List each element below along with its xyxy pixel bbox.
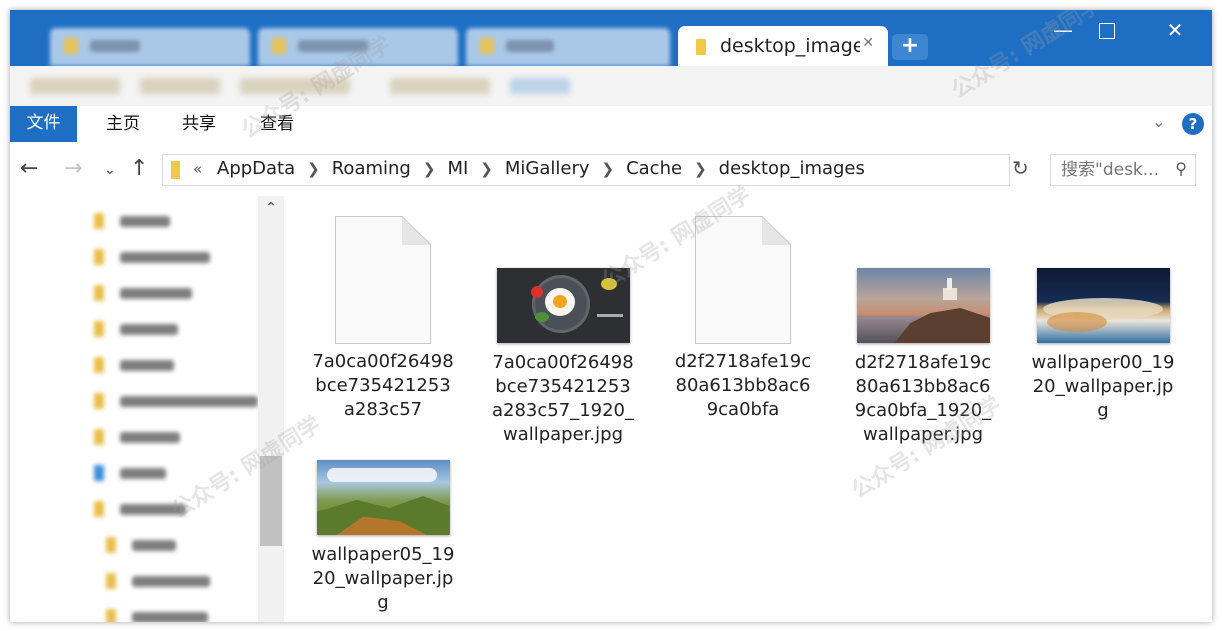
up-button[interactable]: ↑ (130, 156, 148, 181)
forward-button[interactable]: → (64, 156, 82, 181)
chevron-right-icon[interactable]: ❯ (423, 158, 436, 180)
folder-icon (171, 161, 180, 179)
chevron-right-icon[interactable]: ❯ (602, 158, 615, 180)
nav-scrollbar[interactable]: ⌃ (258, 196, 284, 622)
lighthouse-thumbnail (856, 268, 990, 343)
crumb-migallery[interactable]: MiGallery (505, 158, 590, 180)
menu-home[interactable]: 主页 (106, 106, 140, 142)
scroll-thumb[interactable] (260, 456, 282, 546)
overflow-crumbs-icon[interactable]: « (193, 160, 202, 178)
address-bar[interactable]: « AppData ❯ Roaming ❯ MI ❯ MiGallery ❯ C… (162, 154, 1151, 186)
tab-close-icon[interactable]: ✕ (862, 35, 874, 51)
new-tab-button[interactable]: + (892, 34, 928, 60)
expand-ribbon-icon[interactable]: ⌄ (1152, 112, 1165, 131)
crumb-roaming[interactable]: Roaming (332, 158, 411, 180)
tab-blurred-3[interactable] (466, 28, 670, 66)
search-icon[interactable]: ⚲ (1175, 159, 1187, 178)
scroll-up-icon[interactable]: ⌃ (258, 200, 284, 216)
file-name: wallpaper05_19 20_wallpaper.jp g (311, 544, 455, 613)
folder-icon (696, 39, 706, 55)
menu-share[interactable]: 共享 (182, 106, 216, 142)
tab-blurred-1[interactable] (50, 28, 250, 66)
address-row: ← → ⌄ ↑ « AppData ❯ Roaming ❯ MI ❯ MiGal… (10, 142, 1212, 196)
minimize-button[interactable]: — (1040, 16, 1086, 46)
landscape-thumbnail (316, 460, 450, 535)
file-name: d2f2718afe19c 80a613bb8ac6 9ca0bfa (674, 351, 812, 420)
file-name: 7a0ca00f26498 bce735421253 a283c57_1920_ wa… (492, 352, 634, 445)
file-item[interactable]: 7a0ca00f26498 bce735421253 a283c57_1920_ wa… (478, 268, 648, 447)
file-list: 7a0ca00f26498 bce735421253 a283c57 7a0ca00… (286, 196, 1212, 622)
chevron-right-icon[interactable]: ❯ (694, 158, 707, 180)
food-thumbnail (496, 268, 630, 343)
back-button[interactable]: ← (20, 156, 38, 181)
file-item[interactable]: 7a0ca00f26498 bce735421253 a283c57 (298, 216, 468, 422)
file-item[interactable]: d2f2718afe19c 80a613bb8ac6 9ca0bfa_1920_ wa… (838, 268, 1008, 447)
tab-label: desktop_images (720, 35, 860, 57)
search-box[interactable]: ⚲ (1050, 154, 1196, 186)
explorer-window: desktop_images ✕ + — ✕ 文件 主页 共享 查看 ⌄ ? ←… (10, 10, 1212, 622)
breadcrumb: AppData ❯ Roaming ❯ MI ❯ MiGallery ❯ Cac… (217, 158, 865, 180)
recent-locations-button[interactable]: ⌄ (104, 162, 116, 178)
chevron-right-icon[interactable]: ❯ (480, 158, 493, 180)
maximize-icon (1099, 23, 1115, 39)
crumb-desktop-images[interactable]: desktop_images (719, 158, 865, 180)
ribbon-menu: 文件 主页 共享 查看 ⌄ ? (10, 106, 1212, 143)
file-name: d2f2718afe19c 80a613bb8ac6 9ca0bfa_1920_ wa… (854, 352, 992, 445)
refresh-icon[interactable]: ↻ (1012, 156, 1029, 180)
tab-desktop-images[interactable]: desktop_images ✕ (678, 26, 888, 66)
file-item[interactable]: d2f2718afe19c 80a613bb8ac6 9ca0bfa (658, 216, 828, 422)
crumb-appdata[interactable]: AppData (217, 158, 295, 180)
navigation-pane: ⌃ (10, 196, 286, 622)
menu-view[interactable]: 查看 (260, 106, 294, 142)
aerial-thumbnail (1036, 268, 1170, 343)
title-bar: desktop_images ✕ + — ✕ (10, 10, 1212, 66)
blank-file-icon (335, 216, 431, 344)
tab-blurred-2[interactable] (258, 28, 458, 66)
crumb-mi[interactable]: MI (447, 158, 468, 180)
close-button[interactable]: ✕ (1152, 16, 1198, 46)
blank-file-icon (695, 216, 791, 344)
blurred-toolbar (10, 66, 1212, 106)
chevron-right-icon[interactable]: ❯ (307, 158, 320, 180)
file-name: wallpaper00_19 20_wallpaper.jp g (1031, 352, 1175, 421)
help-icon[interactable]: ? (1182, 113, 1204, 135)
crumb-cache[interactable]: Cache (626, 158, 682, 180)
menu-file[interactable]: 文件 (10, 106, 77, 142)
file-item[interactable]: wallpaper05_19 20_wallpaper.jp g (298, 460, 468, 615)
search-input[interactable] (1059, 159, 1163, 181)
file-item[interactable]: wallpaper00_19 20_wallpaper.jp g (1018, 268, 1188, 423)
maximize-button[interactable] (1084, 16, 1130, 46)
file-name: 7a0ca00f26498 bce735421253 a283c57 (312, 351, 454, 420)
